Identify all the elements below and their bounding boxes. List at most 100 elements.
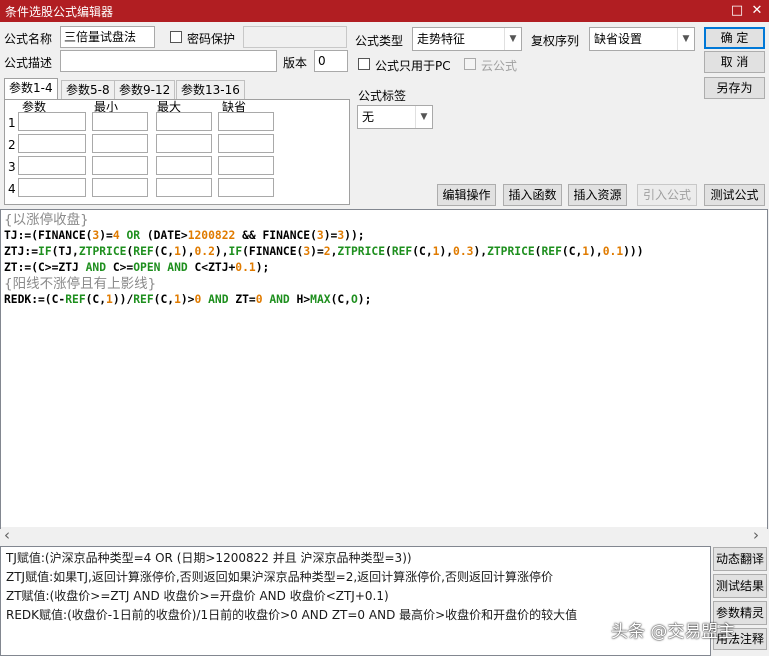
horizontal-scrollbar[interactable]: ‹ › — [1, 527, 767, 544]
code-token: (C, — [412, 245, 433, 258]
code-token: ))) — [623, 245, 644, 258]
code-line[interactable]: REDK:=(C-REF(C,1))/REF(C,1)>0 AND ZT=0 A… — [4, 292, 764, 308]
formula-desc-field[interactable] — [60, 50, 277, 72]
ok-button[interactable]: 确 定 — [704, 27, 765, 49]
code-line[interactable]: {以涨停收盘} — [4, 212, 764, 228]
param-default-input[interactable] — [218, 134, 274, 153]
code-token: 1 — [106, 293, 113, 306]
title-bar: 条件选股公式编辑器 □ ✕ — [0, 0, 769, 22]
dynamic-translation-button[interactable]: 动态翻译 — [713, 547, 767, 571]
code-token: (TJ, — [51, 245, 79, 258]
code-token: && FINANCE( — [235, 229, 317, 242]
param-name-input[interactable] — [18, 156, 86, 175]
save-as-button[interactable]: 另存为 — [704, 77, 765, 99]
code-token: H> — [296, 293, 311, 306]
param-row-number: 1 — [8, 116, 16, 130]
param-name-input[interactable] — [18, 178, 86, 197]
code-token: 2 — [323, 245, 331, 258]
code-token: 0.1 — [602, 245, 624, 258]
code-token: ), — [214, 245, 229, 258]
code-token: REF — [133, 245, 154, 258]
code-token: 0.2 — [194, 245, 215, 258]
param-name-input[interactable] — [18, 112, 86, 131]
formula-type-select[interactable]: 走势特征 ▼ — [412, 27, 522, 51]
code-token: O — [350, 293, 358, 306]
code-token: REF — [391, 245, 413, 258]
password-checkbox[interactable] — [170, 31, 182, 43]
rights-value: 缺省设置 — [594, 32, 643, 46]
code-token: REF — [133, 293, 154, 306]
tab-params-13-16[interactable]: 参数13-16 — [176, 80, 245, 100]
code-token: (FINANCE( — [242, 245, 304, 258]
scroll-right-icon[interactable]: › — [753, 527, 759, 543]
code-token: REDK:=(C- — [4, 293, 66, 306]
code-token: REF — [65, 293, 86, 306]
param-row-number: 4 — [8, 182, 16, 196]
code-token: (C, — [85, 293, 107, 306]
code-line[interactable]: TJ:=(FINANCE(3)=4 OR (DATE>1200822 && FI… — [4, 228, 764, 244]
version-label: 版本 — [283, 56, 308, 70]
code-text[interactable]: {以涨停收盘} TJ:=(FINANCE(3)=4 OR (DATE>120082… — [4, 212, 764, 308]
code-token: ( — [385, 245, 392, 258]
insert-function-button[interactable]: 插入函数 — [503, 184, 562, 206]
formula-tag-value: 无 — [362, 110, 375, 124]
tab-params-9-12[interactable]: 参数9-12 — [114, 80, 176, 100]
password-label: 密码保护 — [187, 32, 236, 46]
edit-operations-button[interactable]: 编辑操作 — [437, 184, 496, 206]
rights-select[interactable]: 缺省设置 ▼ — [589, 27, 695, 51]
code-token: IF — [38, 245, 52, 258]
tab-params-1-4[interactable]: 参数1-4 — [4, 78, 58, 100]
code-token: REF — [541, 245, 562, 258]
cancel-button[interactable]: 取 消 — [704, 51, 765, 73]
code-editor[interactable]: {以涨停收盘} TJ:=(FINANCE(3)=4 OR (DATE>120082… — [0, 209, 768, 529]
rights-label: 复权序列 — [531, 34, 580, 48]
formula-tag-select[interactable]: 无 ▼ — [357, 105, 433, 129]
param-default-input[interactable] — [218, 178, 274, 197]
code-token: ); — [357, 293, 372, 306]
tab-params-5-8[interactable]: 参数5-8 — [61, 80, 115, 100]
code-line[interactable]: {阳线不涨停且有上影线} — [4, 276, 764, 292]
code-token: AND — [262, 293, 297, 306]
code-token: 4 — [112, 229, 120, 242]
code-token: ZTPRICE — [337, 245, 385, 258]
param-max-input[interactable] — [156, 134, 212, 153]
param-name-input[interactable] — [18, 134, 86, 153]
param-max-input[interactable] — [156, 178, 212, 197]
param-default-input[interactable] — [218, 112, 274, 131]
code-token: )= — [323, 229, 338, 242]
chevron-down-icon: ▼ — [504, 28, 521, 50]
param-max-input[interactable] — [156, 112, 212, 131]
param-row-number: 3 — [8, 160, 16, 174]
cloud-label: 云公式 — [481, 59, 518, 73]
test-results-button[interactable]: 测试结果 — [713, 574, 767, 598]
formula-type-value: 走势特征 — [417, 32, 466, 46]
formula-name-field[interactable]: 三倍量试盘法 — [60, 26, 155, 48]
code-token: )); — [344, 229, 365, 242]
param-min-input[interactable] — [92, 156, 148, 175]
param-min-input[interactable] — [92, 112, 148, 131]
code-line[interactable]: ZT:=(C>=ZTJ AND C>=OPEN AND C<ZTJ+0.1); — [4, 260, 764, 276]
param-default-input[interactable] — [218, 156, 274, 175]
code-token: MAX — [310, 293, 331, 306]
close-icon[interactable]: ✕ — [748, 2, 766, 20]
code-line[interactable]: ZTJ:=IF(TJ,ZTPRICE(REF(C,1),0.2),IF(FINA… — [4, 244, 764, 260]
param-min-input[interactable] — [92, 134, 148, 153]
code-token: ZT:=(C>=ZTJ — [4, 261, 86, 274]
chevron-down-icon: ▼ — [415, 106, 432, 128]
version-field[interactable]: 0 — [314, 50, 348, 72]
test-formula-button[interactable]: 测试公式 — [704, 184, 765, 206]
param-min-input[interactable] — [92, 178, 148, 197]
scroll-left-icon[interactable]: ‹ — [4, 527, 10, 543]
formula-type-label: 公式类型 — [355, 34, 404, 48]
insert-resource-button[interactable]: 插入资源 — [568, 184, 627, 206]
param-max-input[interactable] — [156, 156, 212, 175]
code-token: {阳线不涨停且有上影线} — [4, 276, 157, 292]
code-token: ), — [180, 245, 195, 258]
code-token: AND — [201, 293, 236, 306]
maximize-icon[interactable]: □ — [728, 2, 746, 20]
pc-only-checkbox[interactable] — [358, 58, 370, 70]
code-token: ), — [589, 245, 603, 258]
watermark: 头条 @交易盟主 — [611, 622, 736, 642]
code-token: 1 — [174, 293, 181, 306]
code-token: TJ:=(FINANCE( — [4, 229, 93, 242]
